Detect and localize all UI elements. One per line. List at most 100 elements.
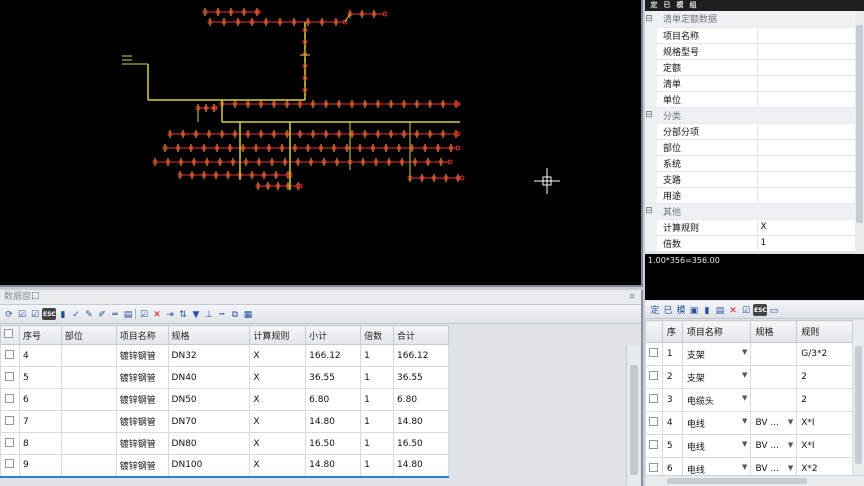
- cell-part[interactable]: [60, 388, 117, 411]
- cell-rule[interactable]: 2: [796, 388, 853, 412]
- row-checkbox-cell[interactable]: [645, 388, 663, 412]
- cell-rule[interactable]: X: [249, 344, 307, 367]
- checkbox[interactable]: [5, 459, 15, 469]
- collapse-icon[interactable]: ⊟: [645, 206, 653, 216]
- cell-index[interactable]: 3: [661, 388, 683, 412]
- header-checkbox-cell[interactable]: [645, 320, 663, 343]
- property-value[interactable]: [757, 27, 855, 44]
- tab-template[interactable]: 模: [674, 0, 686, 11]
- cell-rule[interactable]: X: [249, 432, 307, 455]
- select-icon[interactable]: ☑: [138, 308, 150, 320]
- cell-spec[interactable]: DN40: [167, 366, 251, 389]
- scrollbar-thumb[interactable]: [630, 365, 638, 475]
- cell-multiple[interactable]: 1: [360, 388, 395, 411]
- checkbox[interactable]: [5, 415, 15, 425]
- cell-name-dropdown[interactable]: 支架 ▼: [681, 342, 752, 366]
- row-checkbox-cell[interactable]: [0, 410, 20, 433]
- cell-name-dropdown[interactable]: 电线 ▼: [681, 411, 752, 435]
- scrollbar-thumb[interactable]: [667, 478, 807, 484]
- table-row[interactable]: 4 电线 ▼ BV ... ▼ X*I: [645, 411, 853, 435]
- dropdown-arrow-icon[interactable]: ▼: [742, 371, 750, 379]
- cell-multiple[interactable]: 1: [360, 454, 395, 478]
- dropdown-arrow-icon[interactable]: ▼: [788, 441, 796, 449]
- check-all-icon[interactable]: ☑: [29, 308, 41, 320]
- cell-name[interactable]: 镀锌钢管: [115, 344, 169, 367]
- header-index[interactable]: 序号: [18, 325, 62, 345]
- list-icon[interactable]: ▤: [714, 304, 726, 316]
- header-rule[interactable]: 计算规则: [249, 325, 307, 345]
- cell-rule[interactable]: X*I: [796, 434, 853, 458]
- sort-icon[interactable]: ⇅: [177, 308, 189, 320]
- property-row[interactable]: 计算规则 X: [645, 219, 855, 236]
- edit-icon[interactable]: ✎: [83, 308, 95, 320]
- columns-icon[interactable]: ┅: [216, 308, 228, 320]
- property-row[interactable]: 规格型号: [645, 43, 855, 60]
- property-row[interactable]: 支路: [645, 171, 855, 188]
- property-row[interactable]: 清单: [645, 75, 855, 92]
- cell-index[interactable]: 9: [18, 454, 62, 478]
- collapse-icon[interactable]: ⊟: [645, 14, 653, 24]
- filter-icon[interactable]: ▮: [57, 308, 69, 320]
- property-row[interactable]: 系统: [645, 155, 855, 172]
- tab-quota[interactable]: 定: [648, 0, 660, 11]
- checkbox[interactable]: [5, 371, 15, 381]
- line-icon[interactable]: ═: [109, 308, 121, 320]
- cell-index[interactable]: 4: [18, 344, 62, 367]
- property-row[interactable]: 分部分项: [645, 123, 855, 140]
- cell-index[interactable]: 2: [661, 365, 683, 389]
- property-value[interactable]: X: [757, 219, 855, 236]
- header-spec[interactable]: 规格: [750, 320, 798, 343]
- table-row[interactable]: 5 电线 ▼ BV ... ▼ X*I: [645, 434, 853, 458]
- property-value[interactable]: [757, 91, 855, 108]
- cell-part[interactable]: [60, 432, 117, 455]
- cell-index[interactable]: 5: [18, 366, 62, 389]
- align-icon[interactable]: ⇥: [164, 308, 176, 320]
- cell-name[interactable]: 镀锌钢管: [115, 454, 169, 478]
- cell-spec[interactable]: [750, 388, 798, 412]
- property-value[interactable]: [757, 43, 855, 60]
- property-value[interactable]: 1: [757, 235, 855, 252]
- cell-part[interactable]: [60, 410, 117, 433]
- table-row[interactable]: 2 支架 ▼ 2: [645, 365, 853, 389]
- cell-index[interactable]: 5: [661, 434, 683, 458]
- window-icon[interactable]: ▭: [768, 304, 780, 316]
- checkbox[interactable]: [5, 393, 15, 403]
- cell-name-dropdown[interactable]: 电线 ▼: [681, 434, 752, 458]
- row-checkbox-cell[interactable]: [0, 454, 20, 478]
- collapse-cell[interactable]: ⊟: [645, 107, 657, 124]
- funnel-icon[interactable]: ▼: [190, 308, 202, 320]
- save-icon[interactable]: ▣: [688, 304, 700, 316]
- cell-subtotal[interactable]: 6.80: [305, 388, 362, 411]
- checkbox[interactable]: [649, 394, 659, 403]
- cell-spec[interactable]: DN50: [167, 388, 251, 411]
- dropdown-arrow-icon[interactable]: ▼: [742, 394, 750, 402]
- row-checkbox-cell[interactable]: [645, 434, 663, 458]
- cell-spec-dropdown[interactable]: BV ... ▼: [750, 411, 798, 435]
- template-icon[interactable]: 模: [675, 304, 687, 316]
- cell-spec[interactable]: [750, 342, 798, 366]
- cell-rule[interactable]: G/3*2: [796, 342, 853, 366]
- report-icon[interactable]: ▦: [242, 308, 254, 320]
- draw-icon[interactable]: ✐: [96, 308, 108, 320]
- row-checkbox-cell[interactable]: [645, 365, 663, 389]
- property-row[interactable]: 定额: [645, 59, 855, 76]
- checkbox[interactable]: [4, 329, 13, 338]
- header-name[interactable]: 项目名称: [681, 320, 752, 343]
- collapse-cell[interactable]: ⊟: [645, 11, 657, 28]
- header-checkbox-cell[interactable]: [0, 325, 20, 345]
- cell-multiple[interactable]: 1: [360, 344, 395, 367]
- data-window-scrollbar[interactable]: [626, 345, 640, 486]
- category-quota-data[interactable]: ⊟ 清单定额数据: [645, 11, 855, 28]
- table-row[interactable]: 4 镀锌钢管 DN32 X 166.12 1 166.12: [0, 344, 449, 367]
- checkbox[interactable]: [649, 348, 659, 357]
- cell-index[interactable]: 8: [18, 432, 62, 455]
- export-icon[interactable]: ⧉: [229, 308, 241, 320]
- collapse-icon[interactable]: ⊟: [645, 110, 653, 120]
- property-row[interactable]: 用途: [645, 187, 855, 204]
- checkbox[interactable]: [649, 371, 659, 380]
- cell-total[interactable]: 16.50: [393, 432, 449, 455]
- cell-name[interactable]: 镀锌钢管: [115, 410, 169, 433]
- table-row[interactable]: 1 支架 ▼ G/3*2: [645, 342, 853, 366]
- cell-name[interactable]: 镀锌钢管: [115, 366, 169, 389]
- cell-rule[interactable]: 2: [796, 365, 853, 389]
